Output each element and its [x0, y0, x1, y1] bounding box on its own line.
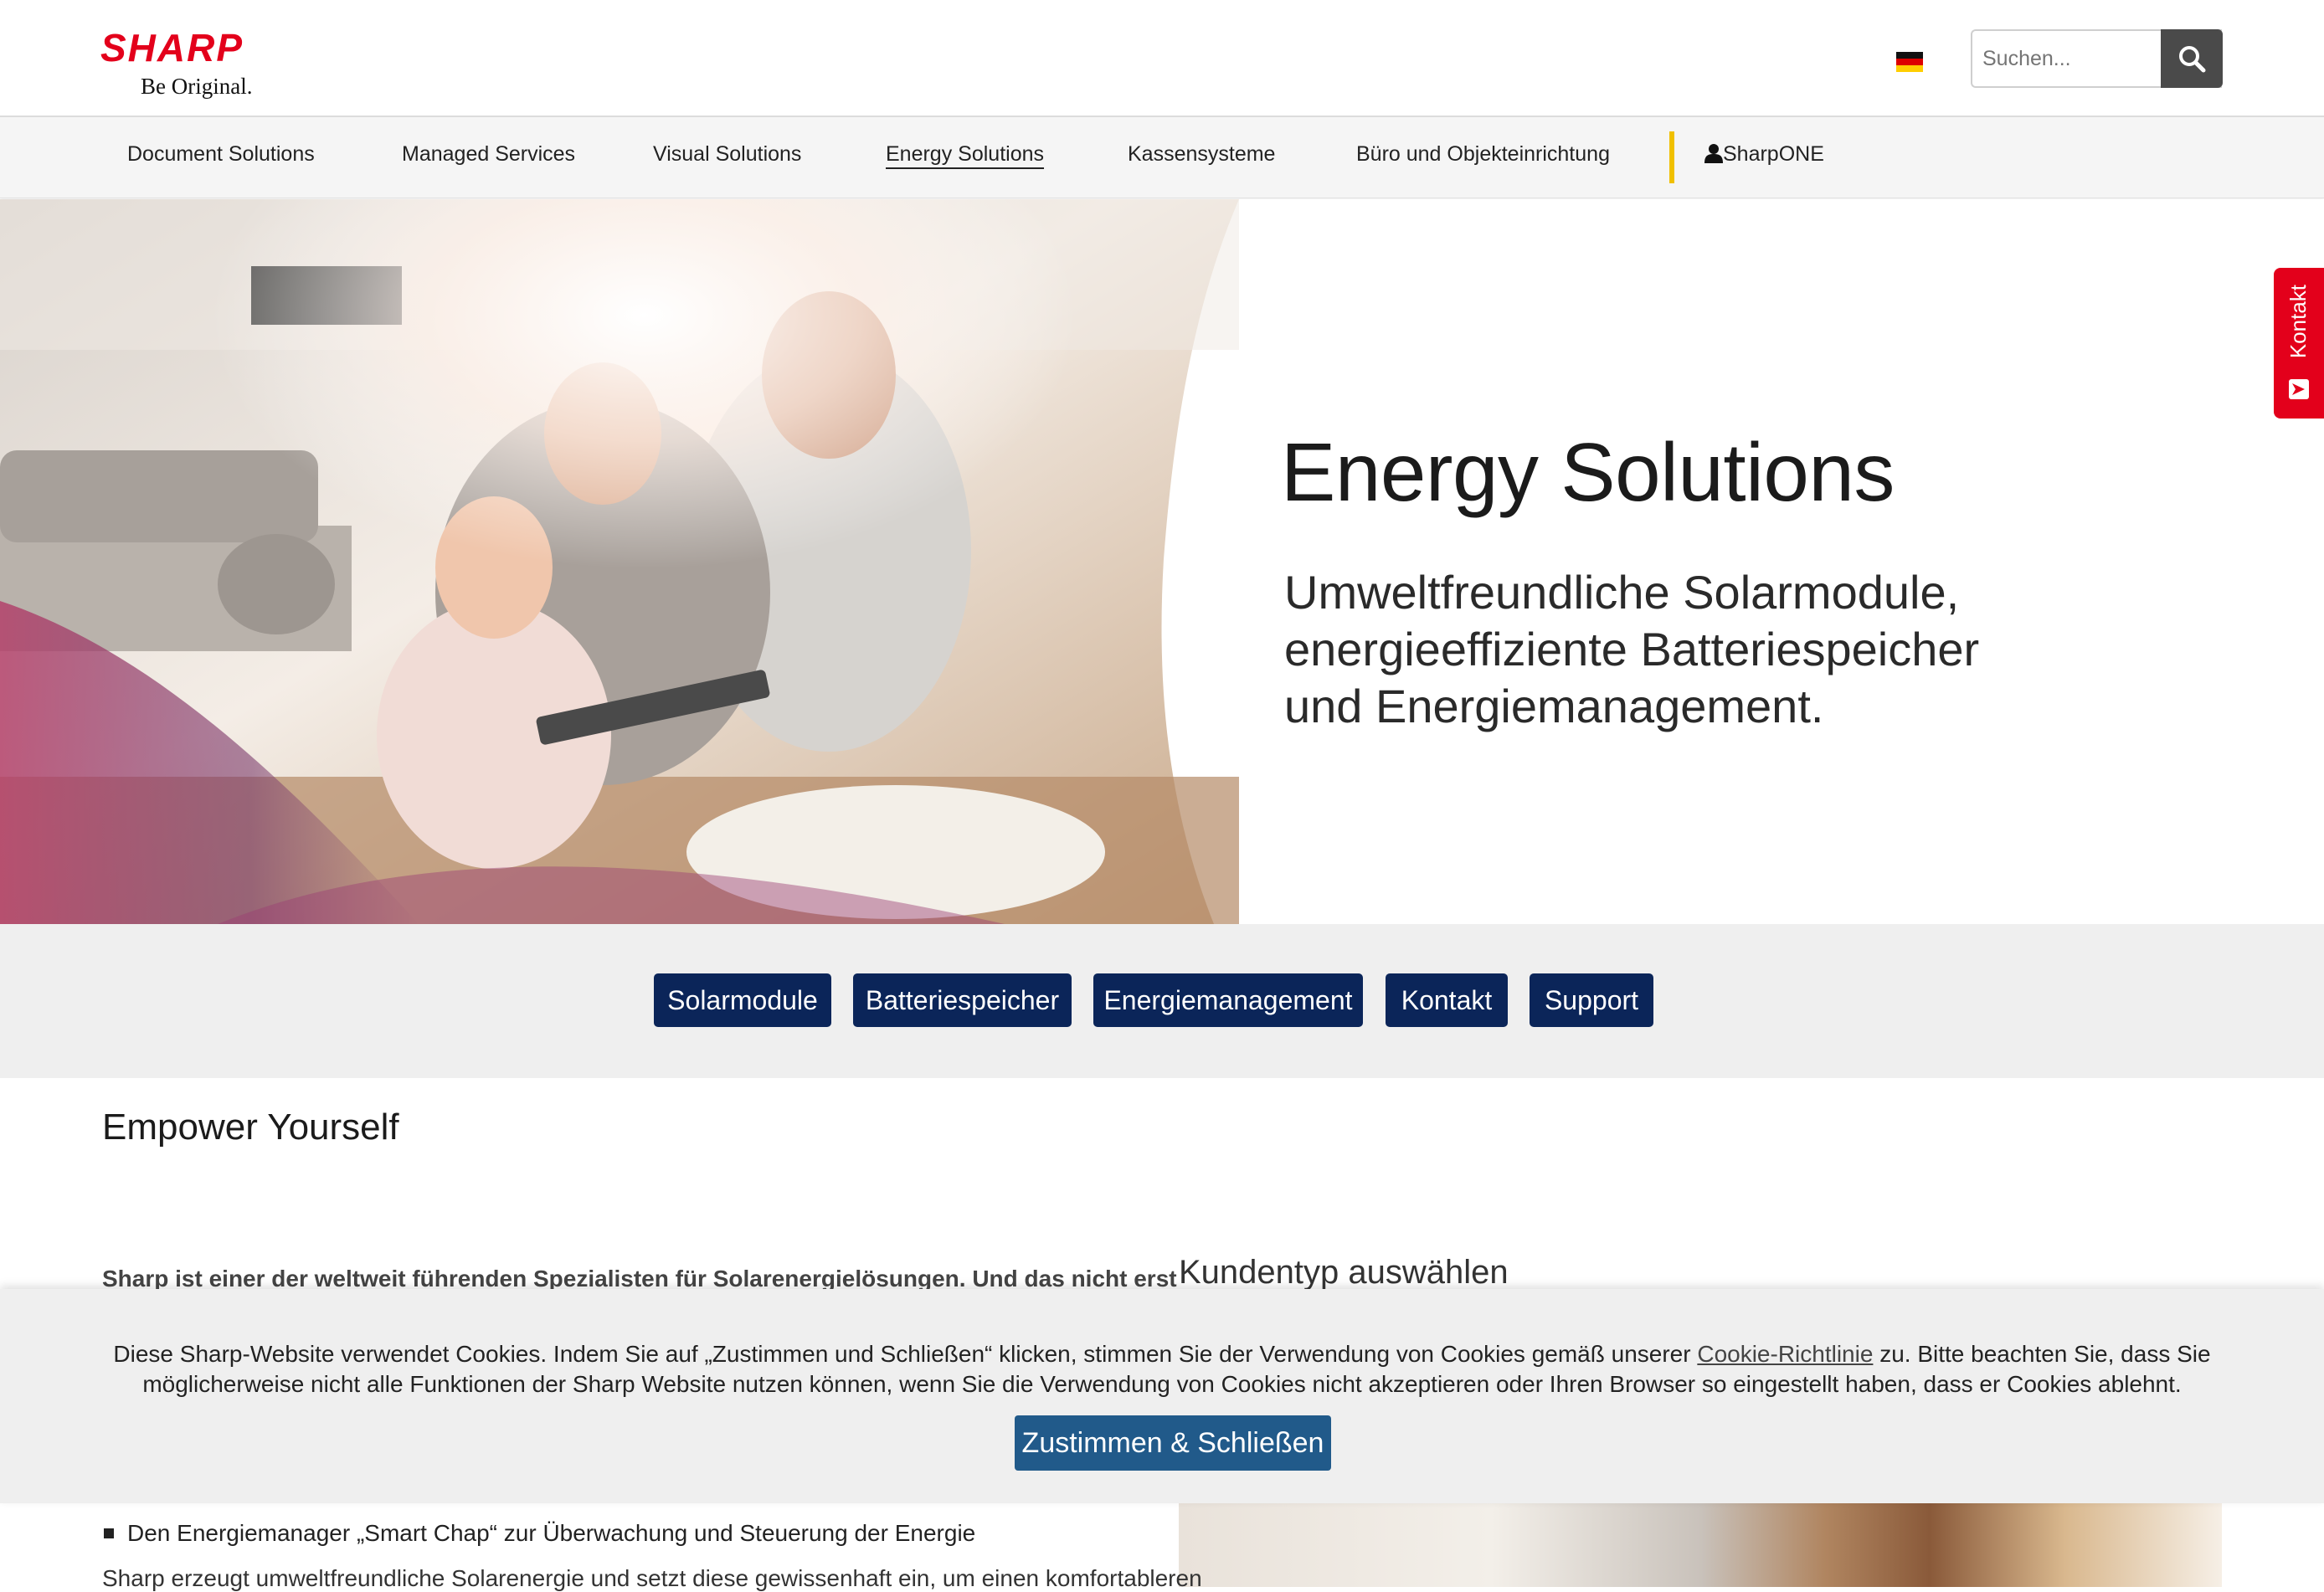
hero-subtitle-line: und Energiemanagement.	[1284, 680, 1824, 732]
nav-item-energy-solutions[interactable]: Energy Solutions	[886, 142, 1044, 167]
cookie-policy-link[interactable]: Cookie-Richtlinie	[1697, 1341, 1873, 1367]
list-item: Den Energiemanager „Smart Chap“ zur Über…	[104, 1520, 975, 1547]
section-heading: Empower Yourself	[102, 1107, 399, 1148]
site-header: SHARP Be Original.	[0, 0, 2324, 117]
hero-title: Energy Solutions	[1281, 426, 1895, 518]
body-paragraph: Sharp erzeugt umweltfreundliche Solarene…	[102, 1565, 1202, 1591]
kundentyp-heading: Kundentyp auswählen	[1179, 1254, 1509, 1291]
logo-wordmark: SHARP	[100, 26, 244, 69]
sharp-logo[interactable]: SHARP Be Original.	[100, 28, 301, 100]
search-button[interactable]	[2161, 29, 2223, 88]
quick-links-bar: Solarmodule Batteriespeicher Energiemana…	[0, 924, 2324, 1078]
hero-banner: Energy Solutions Umweltfreundliche Solar…	[0, 199, 2324, 924]
hero-subtitle-line: Umweltfreundliche Solarmodule,	[1284, 566, 1960, 619]
kontakt-side-tab[interactable]: Kontakt	[2274, 268, 2324, 419]
hero-subtitle-line: energieeffiziente Batteriespeicher	[1284, 623, 1980, 675]
bullet-marker	[104, 1528, 114, 1538]
nav-item-sharpone[interactable]: SharpONE	[1704, 142, 1824, 167]
mail-icon	[2289, 379, 2309, 399]
hero-family-photo	[0, 199, 1239, 924]
sharpone-label: SharpONE	[1723, 142, 1824, 166]
cookie-banner: Diese Sharp-Website verwendet Cookies. I…	[0, 1289, 2324, 1503]
nav-separator	[1669, 131, 1674, 183]
nav-item-buero-objekteinrichtung[interactable]: Büro und Objekteinrichtung	[1356, 142, 1610, 167]
batteriespeicher-button[interactable]: Batteriespeicher	[853, 973, 1072, 1027]
search-icon	[2179, 46, 2206, 73]
nav-item-visual-solutions[interactable]: Visual Solutions	[653, 142, 801, 167]
nav-item-kassensysteme[interactable]: Kassensysteme	[1128, 142, 1275, 167]
logo-tagline: Be Original.	[141, 74, 253, 99]
hero-subtitle: Umweltfreundliche Solarmodule, energieef…	[1284, 564, 2038, 735]
flag-germany-icon[interactable]	[1896, 52, 1923, 72]
kontakt-button[interactable]: Kontakt	[1386, 973, 1508, 1027]
cookie-text: Diese Sharp-Website verwendet Cookies. I…	[84, 1339, 2240, 1399]
kontakt-tab-label: Kontakt	[2285, 285, 2311, 359]
customer-type-image[interactable]	[1179, 1503, 2222, 1587]
support-button[interactable]: Support	[1530, 973, 1653, 1027]
energiemanagement-button[interactable]: Energiemanagement	[1093, 973, 1363, 1027]
cookie-text-part: Diese Sharp-Website verwendet Cookies. I…	[113, 1341, 1698, 1367]
list-item-text: Den Energiemanager „Smart Chap“ zur Über…	[127, 1520, 976, 1546]
accept-close-button[interactable]: Zustimmen & Schließen	[1015, 1415, 1331, 1471]
nav-item-managed-services[interactable]: Managed Services	[402, 142, 575, 167]
main-nav: Document Solutions Managed Services Visu…	[0, 117, 2324, 198]
user-icon	[1704, 144, 1723, 163]
solarmodule-button[interactable]: Solarmodule	[654, 973, 831, 1027]
nav-item-document-solutions[interactable]: Document Solutions	[127, 142, 315, 167]
